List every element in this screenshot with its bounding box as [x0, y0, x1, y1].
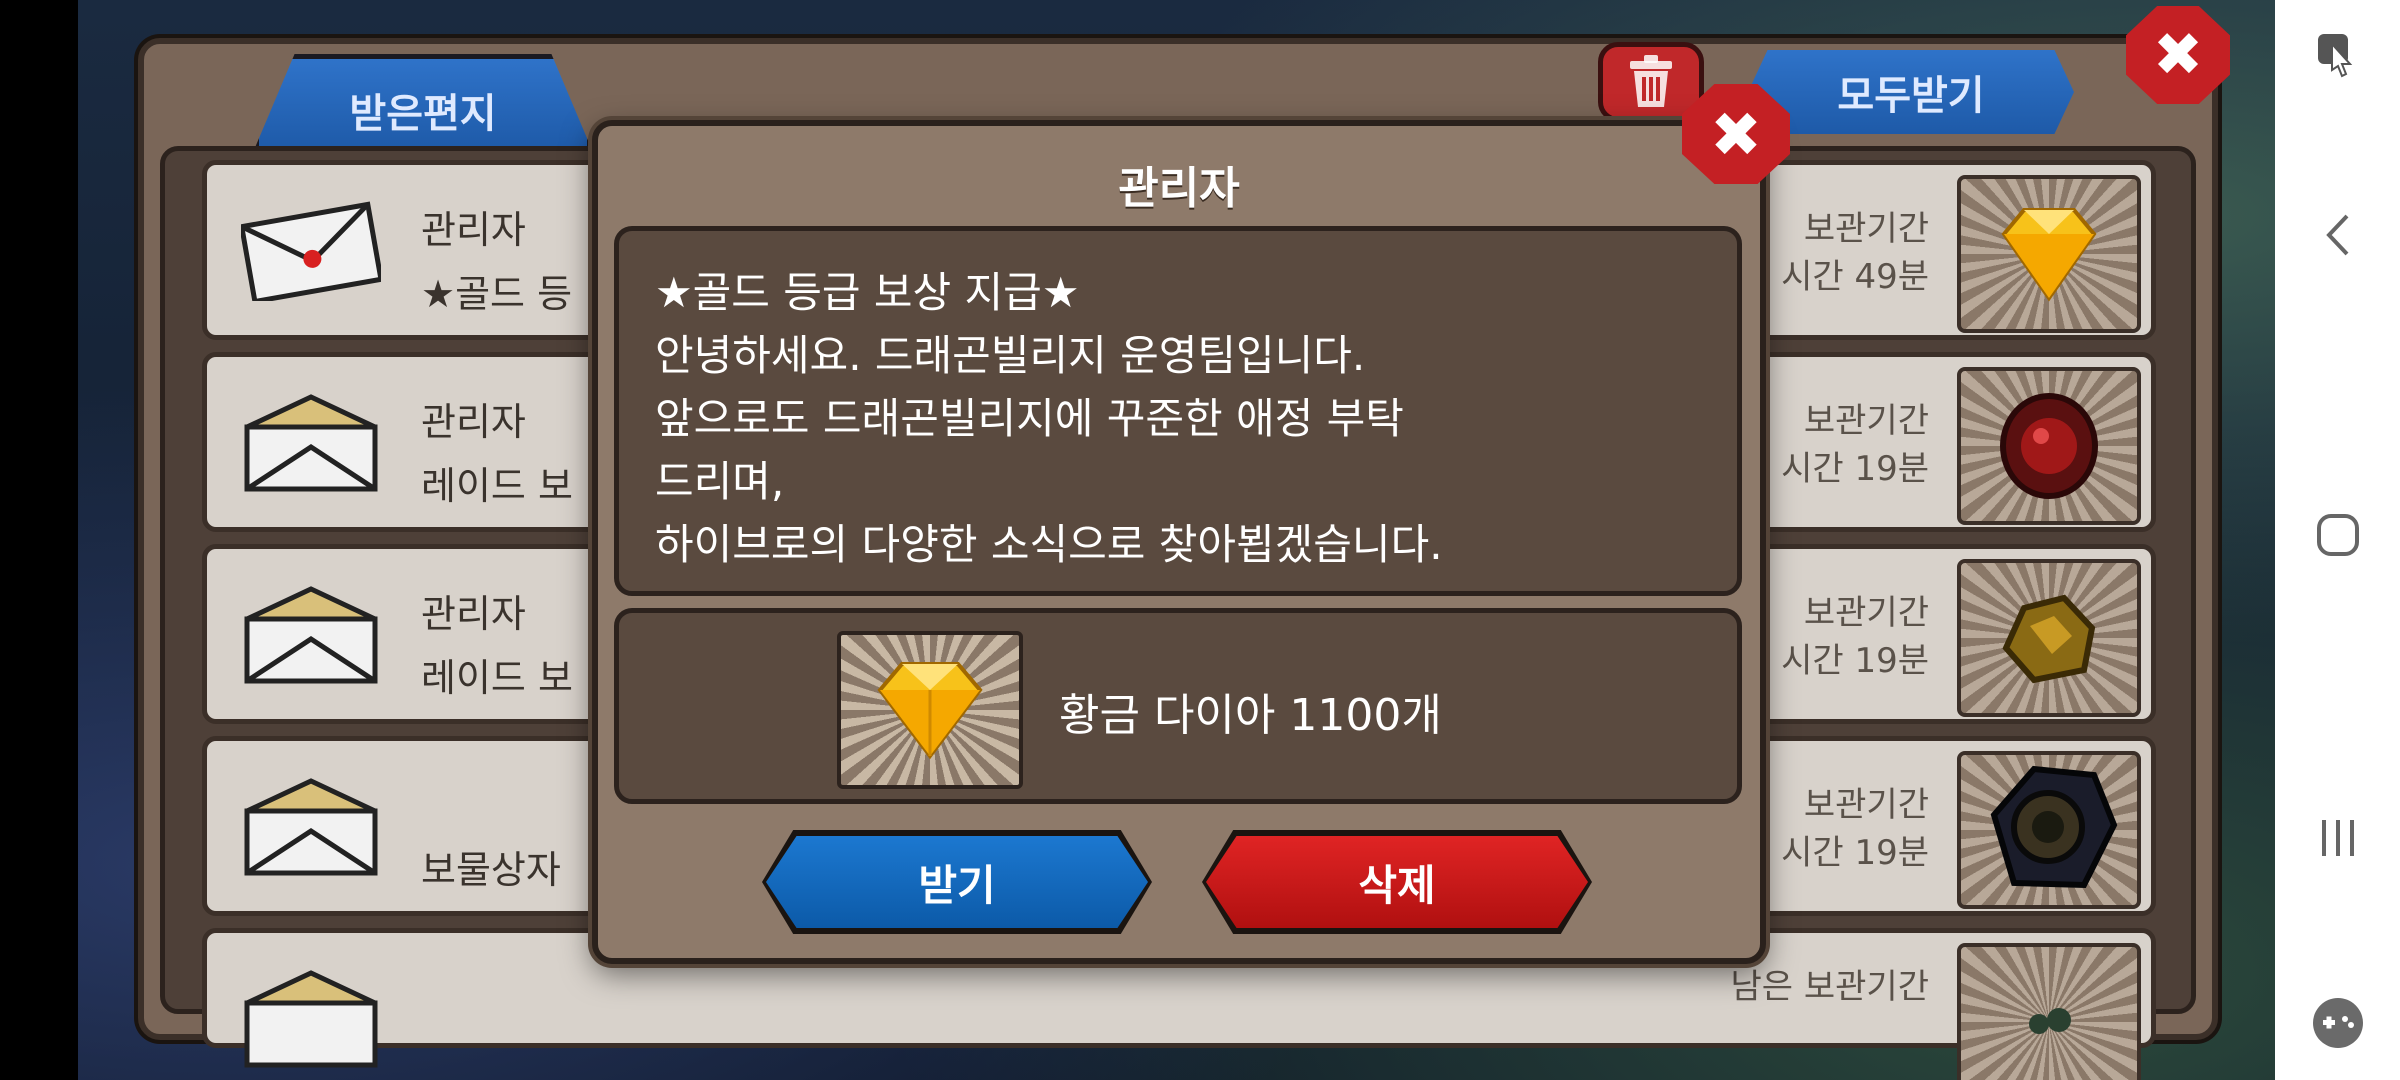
accept-button[interactable]: 받기	[766, 836, 1148, 928]
dialog-title: 관리자	[1118, 163, 1240, 214]
mail-keep-period: 보관기간 시간 19분	[1781, 593, 1929, 681]
mail-item-thumbnail	[1957, 367, 2141, 525]
mail-sender: 관리자	[421, 592, 526, 636]
message-body: ★골드 등급 보상 지급★ 안녕하세요. 드래곤빌리지 운영팀입니다. 앞으로도…	[614, 226, 1742, 596]
green-item-icon	[2029, 1008, 2071, 1034]
red-gem-icon	[2000, 393, 2098, 499]
recents-icon[interactable]	[2316, 816, 2360, 860]
mail-subject: ★골드 등	[421, 272, 573, 316]
trash-icon	[1630, 55, 1672, 107]
message-line: 앞으로도 드래곤빌리지에 꾸준한 애정 부탁	[655, 394, 1404, 443]
gold-ore-icon	[2002, 594, 2096, 684]
reward-box: 황금 다이아 1100개	[614, 608, 1742, 804]
envelope-open-icon	[244, 970, 378, 1068]
mail-subject: 레이드 보	[421, 656, 573, 700]
message-line: 하이브로의 다양한 소식으로 찾아뵙겠습니다.	[655, 520, 1443, 569]
mail-subject: 레이드 보	[421, 464, 573, 508]
home-icon[interactable]	[2315, 512, 2361, 558]
message-line: 드리며,	[655, 457, 785, 506]
gold-diamond-icon	[2001, 208, 2097, 302]
envelope-open-icon	[244, 586, 378, 684]
close-icon: ✖	[2152, 20, 2204, 90]
mail-item-thumbnail	[1957, 751, 2141, 909]
mail-item-thumbnail	[1957, 175, 2141, 333]
tab-inbox[interactable]: 받은편지	[254, 54, 592, 150]
envelope-sealed-icon	[241, 201, 381, 301]
mail-sender: 관리자	[421, 400, 526, 444]
close-mailbox-button[interactable]: ✖	[2126, 6, 2230, 104]
mail-keep-period: 보관기간 시간 49분	[1781, 209, 1929, 297]
reward-thumbnail	[837, 631, 1023, 789]
reward-label: 황금 다이아 1100개	[1059, 690, 1442, 741]
game-tools-icon[interactable]	[2311, 996, 2365, 1050]
left-letterbox	[0, 0, 78, 1080]
dark-egg-icon	[1990, 765, 2118, 889]
envelope-open-icon	[244, 778, 378, 876]
close-icon: ✖	[1710, 97, 1762, 171]
mail-keep-period: 보관기간 시간 19분	[1781, 785, 1929, 873]
delete-button[interactable]: 삭제	[1206, 836, 1588, 928]
gold-diamond-icon	[877, 662, 983, 760]
back-icon[interactable]	[2323, 210, 2353, 260]
envelope-open-icon	[244, 394, 378, 492]
message-line: ★골드 등급 보상 지급★	[655, 268, 1080, 317]
message-line: 안녕하세요. 드래곤빌리지 운영팀입니다.	[655, 331, 1366, 380]
android-nav-bar	[2275, 0, 2400, 1080]
mail-item-thumbnail	[1957, 943, 2141, 1080]
receive-all-button[interactable]: 모두받기	[1748, 50, 2074, 134]
mail-keep-period: 보관기간 시간 19분	[1781, 401, 1929, 489]
mail-sender: 관리자	[421, 208, 526, 252]
mail-item-thumbnail	[1957, 559, 2141, 717]
mail-subject: 보물상자	[421, 848, 561, 892]
mail-keep-period: 남은 보관기간	[1730, 967, 1930, 1007]
touch-protection-icon[interactable]	[2314, 30, 2362, 82]
